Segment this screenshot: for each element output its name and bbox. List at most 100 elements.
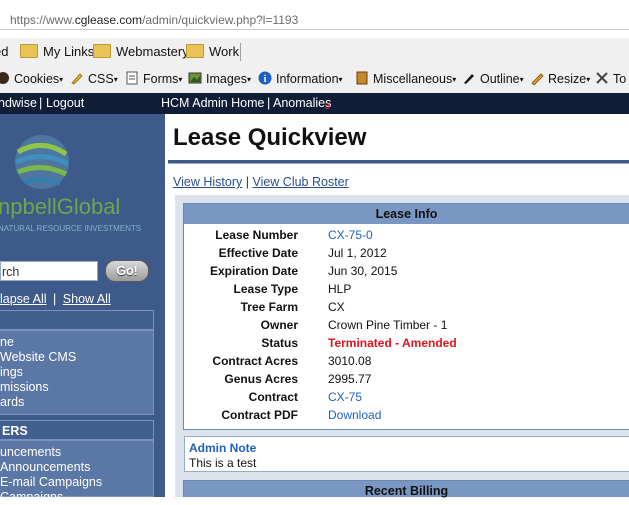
field-label: Effective Date [218, 246, 298, 260]
lease-info-row: Owner Crown Pine Timber - 1 [184, 316, 629, 334]
field-label: Lease Number [215, 228, 298, 242]
lease-info-row: Expiration Date Jun 30, 2015 [184, 262, 629, 280]
lease-info-row: Lease Type HLP [184, 280, 629, 298]
nav-separator: | [267, 96, 271, 110]
field-value: HLP [328, 282, 352, 296]
lease-info-row: Contract CX-75 [184, 388, 629, 406]
cookie-icon [0, 71, 10, 85]
go-button[interactable]: Go! [105, 260, 149, 282]
field-label: Owner [260, 318, 298, 332]
outline-menu[interactable]: Outline▾ [462, 71, 524, 86]
field-value-link[interactable]: CX-75-0 [328, 228, 373, 242]
bookmark-item[interactable]: ed [0, 44, 8, 59]
miscellaneous-menu[interactable]: Miscellaneous▾ [355, 71, 456, 86]
sidebar-item[interactable]: missions [0, 380, 153, 395]
admin-nav-bar: ndwise | Logout HCM Admin Home | Anomali… [0, 93, 629, 114]
field-value: CX [328, 300, 345, 314]
svg-text:NATURAL RESOURCE INVESTMENTS: NATURAL RESOURCE INVESTMENTS [0, 224, 141, 233]
field-value: Jun 30, 2015 [328, 264, 398, 278]
url-field[interactable]: https://www.cglease.com/admin/quickview.… [0, 3, 629, 30]
info-icon: i [258, 71, 272, 85]
field-value: Jul 1, 2012 [328, 246, 387, 260]
links-separator: | [53, 292, 57, 306]
sidebar-item[interactable]: ings [0, 365, 153, 380]
web-developer-toolbar: Cookies▾ CSS▾ Forms▾ Images▾ i Informatio… [0, 66, 629, 94]
lease-info-row: Genus Acres 2995.77 [184, 370, 629, 388]
sidebar-item[interactable]: ards [0, 395, 153, 410]
collapse-all-link[interactable]: lapse All [0, 292, 47, 306]
svg-text:npbellGlobal: npbellGlobal [0, 194, 120, 219]
campbell-global-logo: npbellGlobal NATURAL RESOURCE INVESTMENT… [0, 130, 160, 240]
svg-text:i: i [264, 74, 267, 85]
field-label: Contract Acres [212, 354, 298, 368]
field-label: Contract PDF [221, 408, 298, 422]
field-label: Contract [248, 390, 298, 404]
title-divider [168, 160, 629, 164]
forms-menu[interactable]: Forms▾ [125, 71, 182, 86]
toolbar-divider [240, 43, 241, 61]
outline-icon [462, 71, 476, 85]
url-text: https://www.cglease.com/admin/quickview.… [10, 13, 299, 27]
address-bar[interactable]: https://www.cglease.com/admin/quickview.… [0, 0, 629, 36]
images-menu[interactable]: Images▾ [188, 71, 251, 86]
css-menu[interactable]: CSS▾ [70, 71, 118, 86]
sidebar-section-menu: uncements Announcements E-mail Campaigns… [0, 440, 154, 504]
folder-icon [93, 44, 111, 58]
resize-menu[interactable]: Resize▾ [530, 71, 590, 86]
cookies-menu[interactable]: Cookies▾ [0, 71, 63, 86]
collapse-links: lapse All | Show All [0, 292, 111, 306]
field-value-link[interactable]: CX-75 [328, 390, 362, 404]
forms-icon [125, 71, 139, 85]
bookmark-work[interactable]: Work [186, 44, 239, 59]
sidebar-item[interactable]: Campaigns [0, 490, 153, 505]
bookmark-webmastery[interactable]: Webmastery [93, 44, 189, 59]
recent-billing-header: Recent Billing [184, 481, 629, 498]
folder-icon [186, 44, 204, 58]
logout-link[interactable]: Logout [46, 96, 84, 110]
field-label: Tree Farm [240, 300, 298, 314]
lease-info-row: Tree Farm CX [184, 298, 629, 316]
field-value-link[interactable]: Download [328, 408, 381, 422]
folder-icon [20, 44, 38, 58]
page-links: View History | View Club Roster [173, 175, 349, 189]
admin-home-link[interactable]: HCM Admin Home [161, 96, 265, 110]
search-input[interactable]: rch [0, 261, 98, 281]
lease-info-row: Effective Date Jul 1, 2012 [184, 244, 629, 262]
page-title: Lease Quickview [173, 124, 367, 151]
sidebar-section-header[interactable]: ERS [0, 420, 154, 440]
sidebar-item[interactable]: uncements [0, 445, 153, 460]
field-value: 3010.08 [328, 354, 372, 368]
anomalies-link[interactable]: Anomalies [273, 96, 331, 110]
sidebar-item[interactable]: Website CMS [0, 350, 153, 365]
tools-icon [595, 71, 609, 85]
information-menu[interactable]: i Information▾ [258, 71, 343, 86]
lease-info-row: Contract Acres 3010.08 [184, 352, 629, 370]
resize-icon [530, 71, 544, 86]
lease-info-header: Lease Info [184, 204, 629, 224]
show-all-link[interactable]: Show All [63, 292, 111, 306]
sidebar-item[interactable]: E-mail Campaigns [0, 475, 153, 490]
field-value: Terminated - Amended [328, 336, 457, 350]
sidebar-item[interactable]: ne [0, 335, 153, 350]
css-pencil-icon [70, 71, 84, 85]
bookmarks-bar: ed My Links Webmastery Work [0, 38, 629, 67]
field-label: Genus Acres [224, 372, 298, 386]
image-icon [188, 71, 202, 85]
misc-icon [355, 71, 369, 85]
lease-info-row: Status Terminated - Amended [184, 334, 629, 352]
tools-menu[interactable]: To [595, 71, 626, 86]
view-history-link[interactable]: View History [173, 175, 242, 189]
nav-separator: | [39, 96, 43, 110]
lease-info-row: Contract PDF Download [184, 406, 629, 424]
field-value: 2995.77 [328, 372, 372, 386]
sidebar-section-header[interactable] [0, 310, 154, 330]
user-name: ndwise [0, 96, 37, 110]
lease-info-row: Lease Number CX-75-0 [184, 226, 629, 244]
anomalies-count-badge: 3 [325, 102, 330, 111]
admin-note-title: Admin Note [189, 441, 257, 455]
bookmark-my-links[interactable]: My Links [20, 44, 94, 59]
sidebar-item[interactable]: Announcements [0, 460, 153, 475]
view-club-roster-link[interactable]: View Club Roster [252, 175, 348, 189]
admin-note-text: This is a test [189, 456, 257, 470]
field-label: Lease Type [233, 282, 298, 296]
